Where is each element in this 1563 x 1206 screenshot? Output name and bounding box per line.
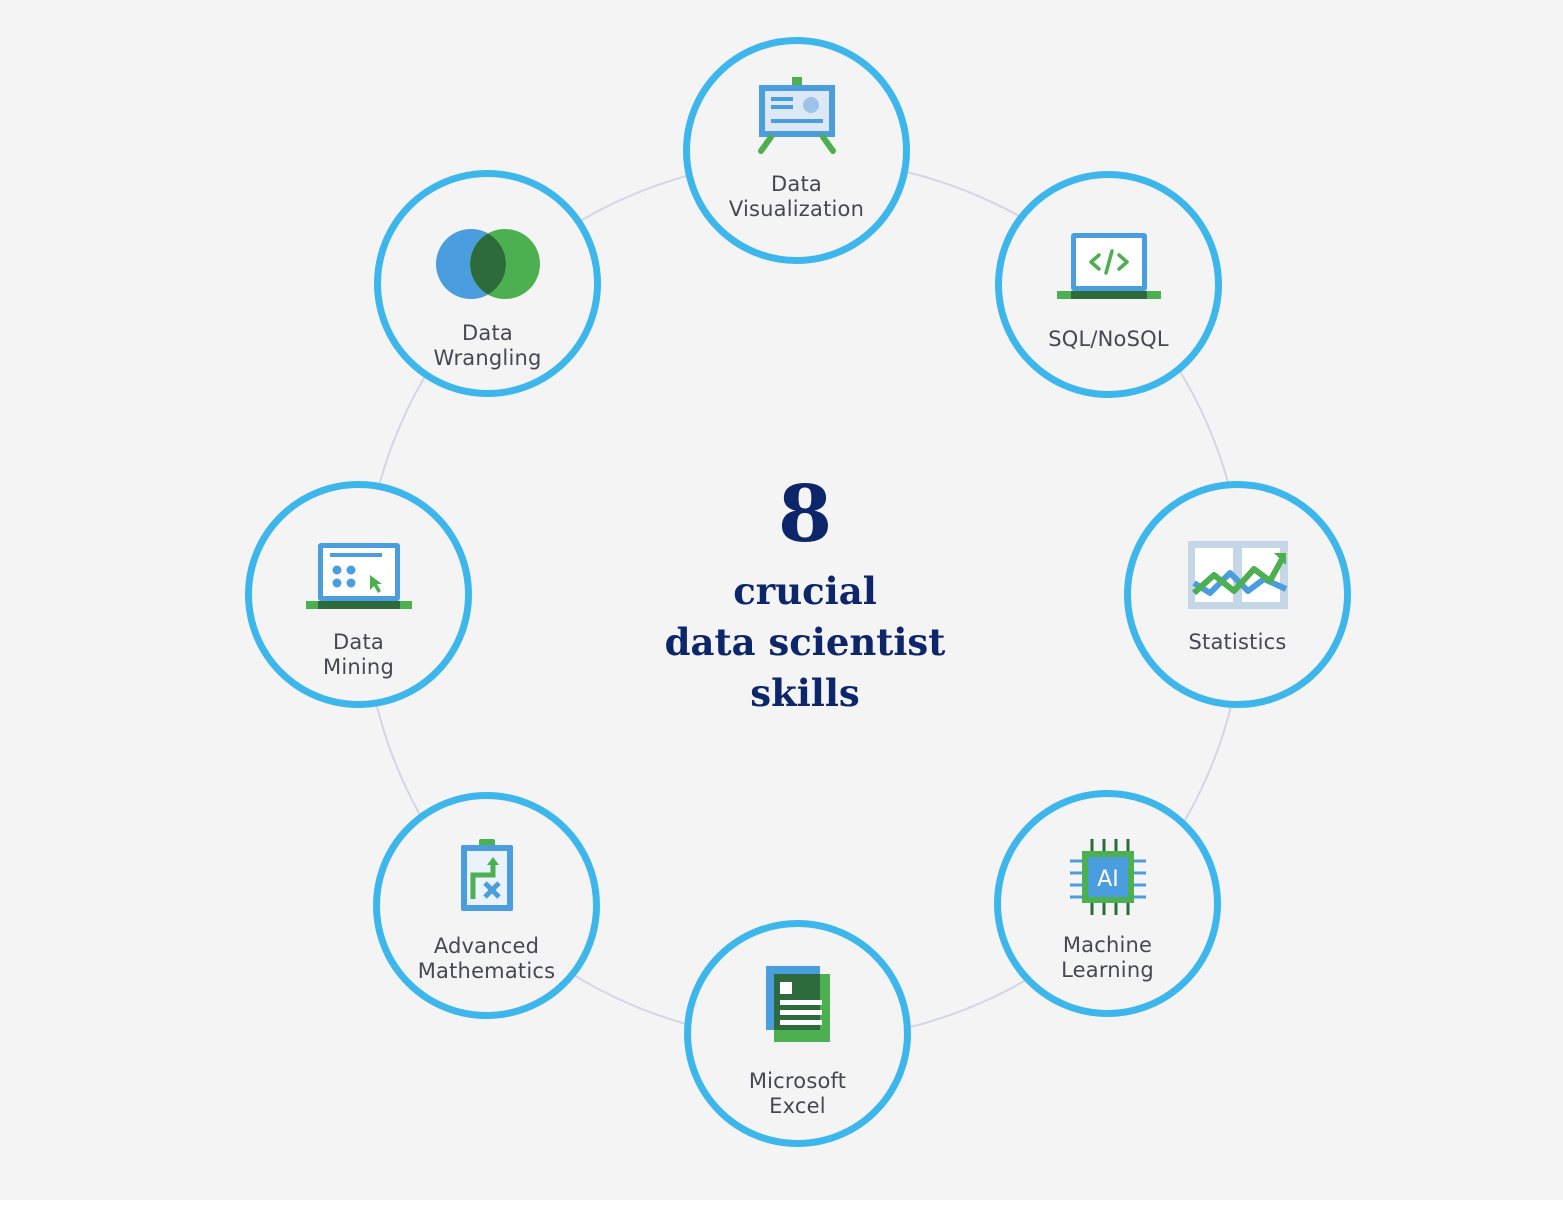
svg-text:AI: AI: [1097, 867, 1119, 892]
skill-label: SQL/NoSQL: [1048, 327, 1169, 351]
presentation-board-icon: [757, 77, 836, 154]
skill-node-data-mining: Data Mining: [245, 481, 472, 708]
skill-label: Machine Learning: [1061, 933, 1154, 982]
center-title: 8 crucial data scientist skills: [605, 470, 1005, 719]
skill-node-sql-nosql: SQL/NoSQL: [995, 171, 1222, 398]
center-subtitle: crucial data scientist skills: [664, 569, 946, 715]
skill-label: Microsoft Excel: [748, 1069, 847, 1118]
skill-node-statistics: Statistics: [1124, 481, 1351, 708]
venn-diagram-icon: [435, 229, 540, 299]
skill-label: Advanced Mathematics: [417, 934, 556, 983]
skill-node-machine-learning: AI Machine Learning: [994, 790, 1221, 1017]
skill-label: Data Wrangling: [433, 321, 542, 370]
math-clipboard-icon: [460, 839, 513, 911]
ai-chip-icon: AI: [1069, 839, 1146, 915]
skill-label: Statistics: [1188, 630, 1287, 654]
skill-node-data-wrangling: Data Wrangling: [374, 170, 601, 397]
skill-node-advanced-mathematics: Advanced Mathematics: [373, 792, 600, 1019]
skill-node-microsoft-excel: Microsoft Excel: [684, 920, 911, 1147]
diagram-canvas: 8 crucial data scientist skills Data Vis…: [0, 0, 1563, 1200]
skill-label: Data Mining: [323, 630, 394, 679]
skill-node-data-visualization: Data Visualization: [683, 37, 910, 264]
skill-count: 8: [777, 469, 833, 560]
spreadsheet-document-icon: [765, 966, 830, 1042]
laptop-code-icon: [1056, 233, 1161, 299]
skill-label: Data Visualization: [728, 172, 865, 221]
laptop-dots-cursor-icon: [305, 543, 412, 609]
line-chart-icon: [1187, 541, 1288, 609]
